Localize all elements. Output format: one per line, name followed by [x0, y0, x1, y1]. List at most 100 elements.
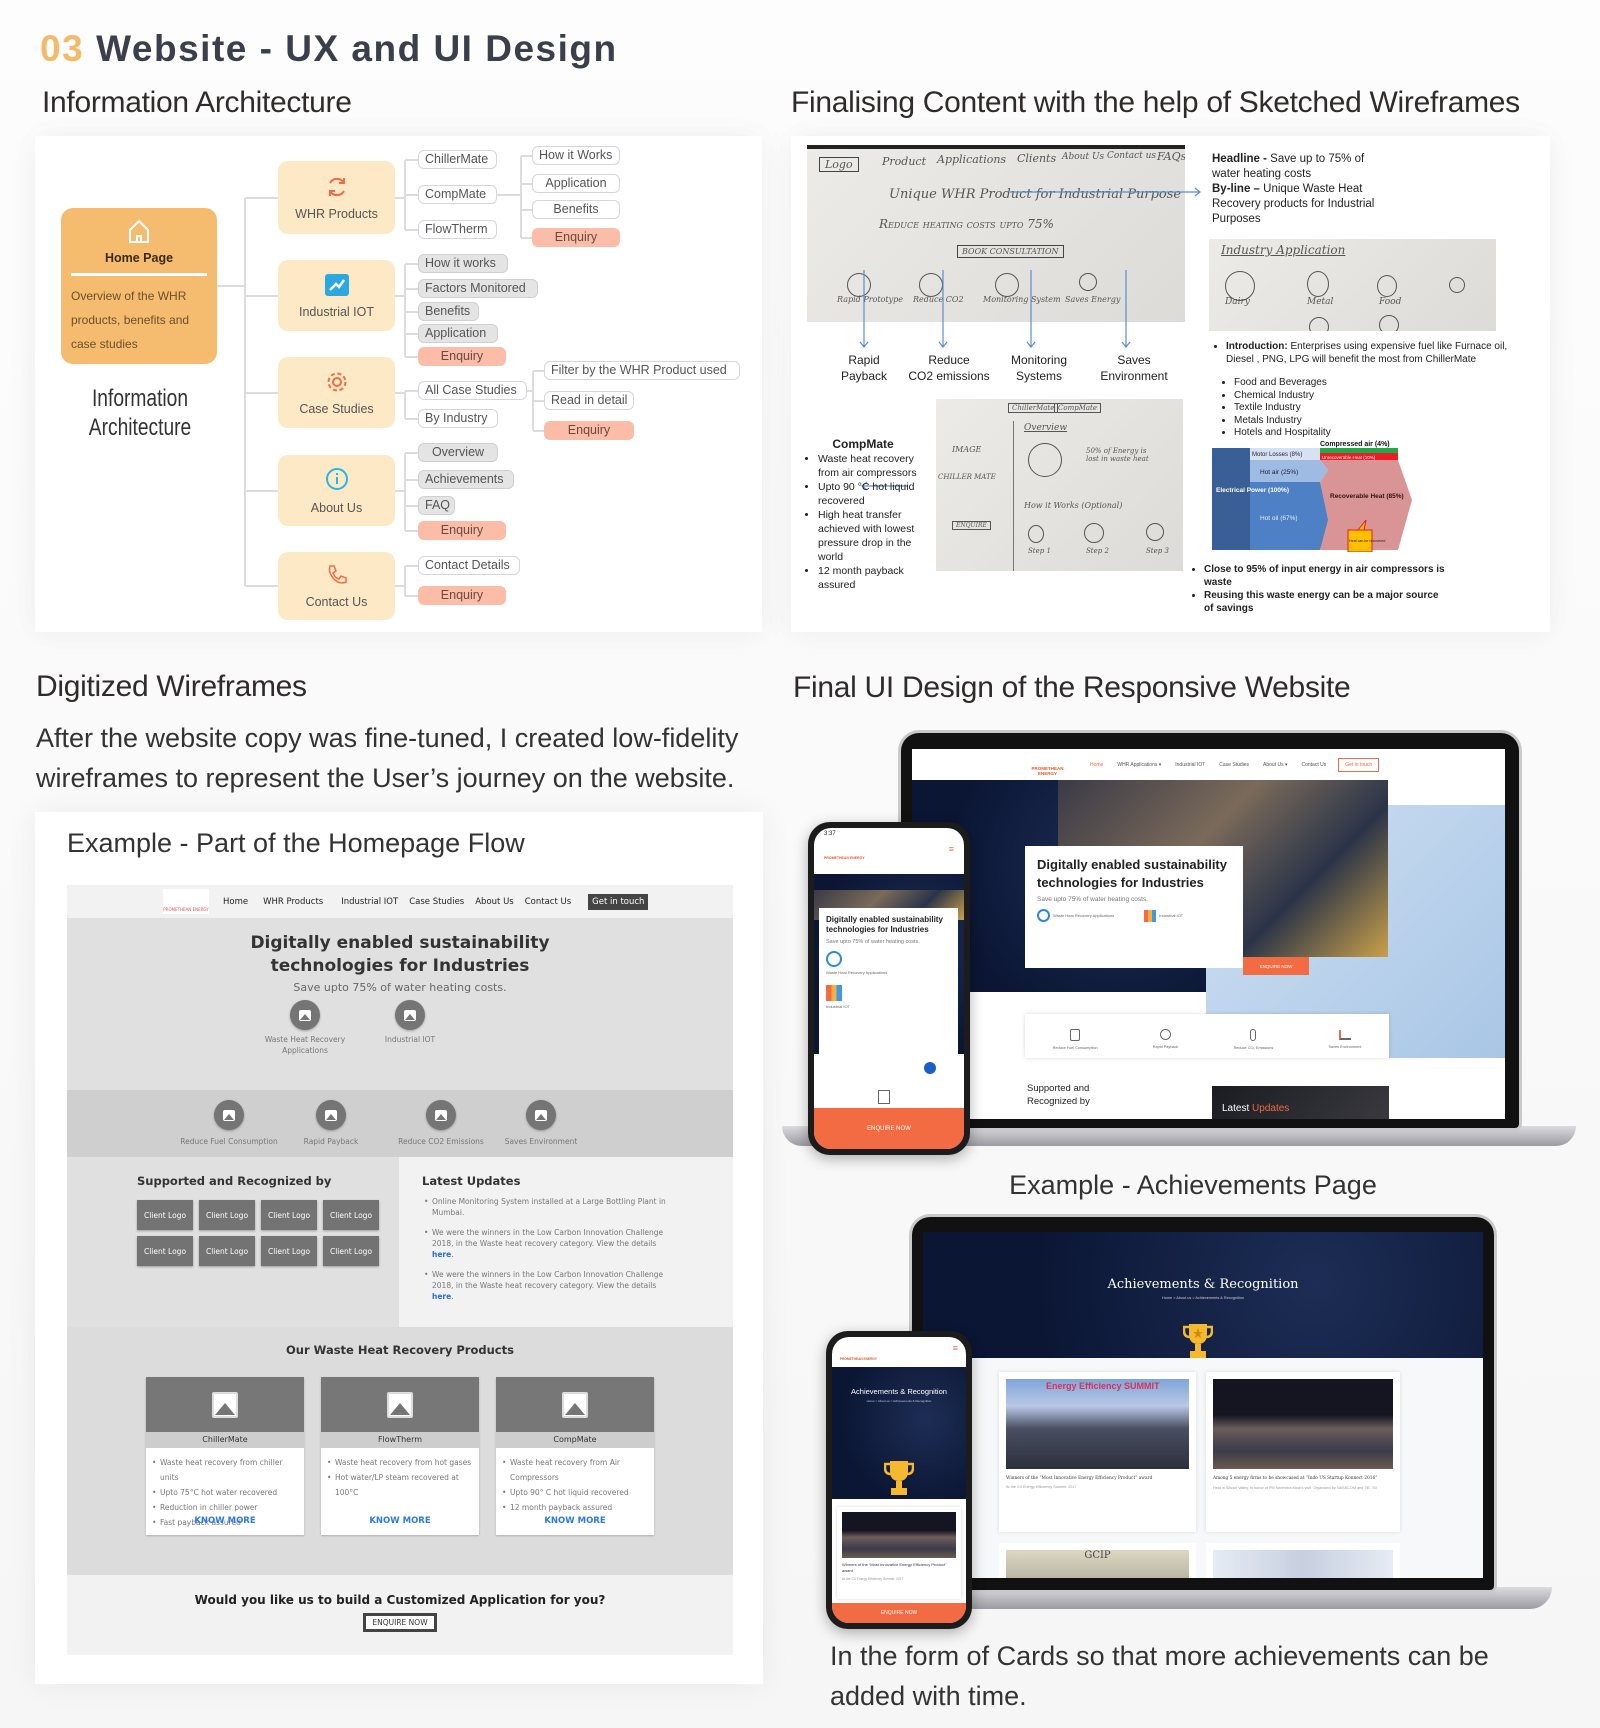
- phone-breadcrumb[interactable]: Home > About us > Achievements & Recogni…: [832, 1399, 966, 1403]
- ia-item[interactable]: Factors Monitored: [418, 279, 538, 298]
- update-text: We were the winners in the Low Carbon In…: [432, 1228, 664, 1248]
- home-page-title: Home Page: [104, 251, 174, 265]
- update-link[interactable]: here: [432, 1292, 451, 1301]
- wf-supported-title: Supported and Recognized by: [137, 1174, 332, 1188]
- ia-item[interactable]: Application: [532, 174, 620, 193]
- wf-nav-iot[interactable]: Industrial IOT: [341, 897, 398, 907]
- ia-enquiry[interactable]: Enquiry: [532, 228, 620, 247]
- achievement-card-title: Among 5 energy firms to be showcased at …: [1213, 1476, 1378, 1481]
- feature-labels: Rapid Payback Reduce CO2 emissions Monitor…: [824, 352, 1184, 384]
- enquire-now-button[interactable]: ENQUIRE NOW: [1243, 957, 1309, 975]
- phone-achievements: PROMETHEAN ENERGY ≡ Achievements & Recog…: [826, 1331, 972, 1629]
- ia-item[interactable]: Achievements: [418, 470, 514, 489]
- achievement-card[interactable]: GCIP: [999, 1543, 1196, 1578]
- wf-cta: Would you like us to build a Customized …: [67, 1575, 733, 1655]
- product-bullet: Upto 75°C hot water recovered: [152, 1485, 298, 1500]
- site-nav-item[interactable]: Case Studies: [1219, 762, 1249, 768]
- phone-achievement-card[interactable]: Winners of the “Most Innovative Energy E…: [837, 1507, 961, 1599]
- ia-item[interactable]: By Industry: [418, 409, 498, 428]
- ia-item[interactable]: Benefits: [418, 302, 479, 321]
- home-page-node[interactable]: Home Page Overview of the WHR products, …: [61, 208, 217, 364]
- sketch-text: CHILLER MATE: [938, 473, 996, 481]
- phone-logo[interactable]: PROMETHEAN ENERGY: [840, 1357, 877, 1361]
- ia-enquiry[interactable]: Enquiry: [544, 421, 634, 440]
- ia-item[interactable]: CompMate: [418, 185, 497, 204]
- chat-icon[interactable]: [922, 1060, 938, 1076]
- phone-logo[interactable]: PROMETHEAN ENERGY: [824, 856, 865, 860]
- wf-nav-case[interactable]: Case Studies: [409, 897, 464, 907]
- ia-item[interactable]: How it Works: [532, 146, 620, 165]
- achievement-card[interactable]: Energy Efficiency SUMMIT Winners of the …: [999, 1372, 1196, 1532]
- node-whr-products[interactable]: WHR Products: [278, 161, 395, 234]
- node-industrial-iot[interactable]: Industrial IOT: [278, 260, 395, 331]
- ia-item[interactable]: All Case Studies: [418, 381, 527, 400]
- achievement-photo: [1213, 1379, 1393, 1469]
- image-icon: [316, 1100, 346, 1130]
- ia-item[interactable]: Application: [418, 324, 498, 343]
- achievement-card[interactable]: Among 5 energy firms to be showcased at …: [1206, 1372, 1400, 1532]
- site-nav-item[interactable]: About Us ▾: [1263, 762, 1287, 768]
- wf-nav-home[interactable]: Home: [223, 897, 248, 907]
- node-about-us[interactable]: About Us: [278, 455, 395, 526]
- phone-achievements-title: Achievements & Recognition: [851, 1387, 947, 1396]
- laptop-achievements-screen: Achievements & Recognition Home > About …: [923, 1232, 1483, 1578]
- hero-item[interactable]: Industrial IOT: [1144, 909, 1183, 922]
- site-get-in-touch[interactable]: Get in touch: [1338, 757, 1380, 772]
- wf-products-title: Our Waste Heat Recovery Products: [286, 1343, 514, 1357]
- fuel-icon: [878, 1090, 890, 1104]
- wf-nav-about[interactable]: About Us: [475, 897, 513, 907]
- phone-enquire-button[interactable]: ENQUIRE NOW: [832, 1603, 966, 1623]
- product-name: FlowTherm: [321, 1432, 479, 1448]
- ia-item[interactable]: Contact Details: [418, 556, 520, 575]
- wf-hero-item[interactable]: Industrial IOT: [380, 1000, 440, 1056]
- portfolio-page: 03 Website - UX and UI Design Information…: [0, 0, 1600, 1728]
- feature-reduce-co2: Reduce CO2 emissions: [904, 352, 994, 384]
- image-icon: [395, 1000, 425, 1030]
- site-logo[interactable]: PROMETHEAN ENERGY: [1025, 754, 1070, 776]
- wf-nav-contact[interactable]: Contact Us: [525, 897, 571, 907]
- node-case-studies[interactable]: Case Studies: [278, 357, 395, 428]
- wf-nav-whr[interactable]: WHR Products: [263, 897, 323, 907]
- ia-item[interactable]: Filter by the WHR Product used: [544, 361, 740, 380]
- wf-benefit: Reduce CO2 Emissions: [391, 1100, 491, 1157]
- hamburger-menu-icon[interactable]: ≡: [949, 844, 954, 854]
- benefits-strip: Reduce Fuel Consumption Rapid Payback Re…: [1025, 1014, 1389, 1058]
- ia-enquiry[interactable]: Enquiry: [418, 521, 506, 540]
- product-bullet: Waste heat recovery from chiller units: [152, 1455, 298, 1485]
- sketch-heading: Finalising Content with the help of Sket…: [791, 86, 1520, 119]
- ia-item[interactable]: Overview: [418, 443, 498, 462]
- phone-time: 3:37: [824, 831, 836, 837]
- wf-get-in-touch-button[interactable]: Get in touch: [588, 893, 649, 910]
- site-nav-item[interactable]: Home: [1090, 762, 1103, 768]
- wf-hero-item[interactable]: Waste Heat Recovery Applications: [260, 1000, 350, 1056]
- ia-item[interactable]: FlowTherm: [418, 220, 497, 239]
- achievements-example-title: Example - Achievements Page: [1009, 1170, 1377, 1200]
- know-more-link[interactable]: KNOW MORE: [146, 1514, 304, 1529]
- ia-item[interactable]: ChillerMate: [418, 150, 497, 169]
- wf-benefit: Reduce Fuel Consumption: [179, 1100, 279, 1157]
- ia-item[interactable]: Benefits: [532, 200, 620, 219]
- achievement-card[interactable]: [1206, 1543, 1400, 1578]
- phone-enquire-button[interactable]: ENQUIRE NOW: [814, 1108, 964, 1149]
- ia-item[interactable]: FAQ: [418, 496, 455, 515]
- site-nav-item[interactable]: Industrial IOT: [1175, 762, 1205, 768]
- update-link[interactable]: here: [432, 1250, 451, 1259]
- hamburger-menu-icon[interactable]: ≡: [953, 1343, 958, 1353]
- breadcrumb[interactable]: Home > About us > Achievements & Recogni…: [923, 1296, 1483, 1300]
- site-nav-item[interactable]: WHR Applications ▾: [1117, 762, 1161, 768]
- know-more-link[interactable]: KNOW MORE: [321, 1514, 479, 1529]
- ia-enquiry[interactable]: Enquiry: [418, 586, 506, 605]
- node-contact-us[interactable]: Contact Us: [278, 552, 395, 620]
- ia-enquiry[interactable]: Enquiry: [418, 347, 506, 366]
- ia-item[interactable]: Read in detail: [544, 391, 634, 410]
- ia-item[interactable]: How it works: [418, 254, 508, 273]
- flame-icon: [1037, 909, 1050, 922]
- know-more-link[interactable]: KNOW MORE: [496, 1514, 654, 1529]
- headline-label: Headline -: [1212, 153, 1267, 165]
- compmate-note: CompMate Waste heat recovery from air co…: [804, 437, 922, 592]
- intro-note: Introduction: Enterprises using expensiv…: [1212, 340, 1512, 440]
- hero-item[interactable]: Waste Heat Recovery Applications: [1037, 909, 1114, 922]
- wf-enquire-button[interactable]: ENQUIRE NOW: [363, 1613, 437, 1632]
- site-nav-item[interactable]: Contact Us: [1302, 762, 1327, 768]
- wf-logo[interactable]: PROMETHEAN ENERGY: [163, 889, 209, 914]
